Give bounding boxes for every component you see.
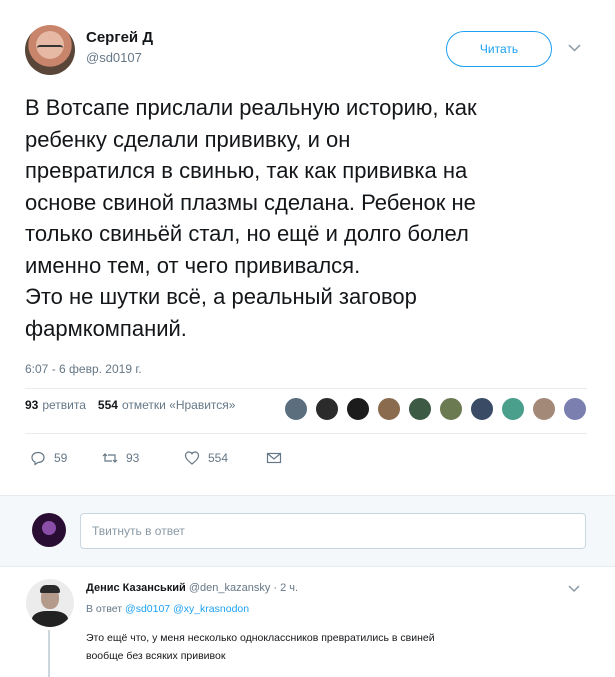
liker-avatar[interactable] bbox=[532, 397, 556, 421]
liker-avatar[interactable] bbox=[315, 397, 339, 421]
tweet-text-line: Это не шутки всё, а реальный заговор bbox=[25, 284, 417, 309]
tweet-text-line: В Вотсапе прислали реальную историю, как bbox=[25, 95, 477, 120]
liker-avatar[interactable] bbox=[563, 397, 587, 421]
tweet-text-line: только свиньёй стал, но ещё и долго боле… bbox=[25, 221, 469, 246]
reply-tweet[interactable]: Денис Казанський @den_kazansky · 2 ч. В … bbox=[0, 568, 615, 677]
chevron-down-icon[interactable] bbox=[568, 40, 581, 55]
reply-author-avatar[interactable] bbox=[26, 579, 74, 627]
avatar-hair bbox=[40, 585, 60, 593]
tweet-stats: 93 ретвита 554 отметки «Нравится» bbox=[25, 398, 235, 412]
reply-author-name[interactable]: Денис Казанський bbox=[86, 582, 186, 594]
reply-author-handle[interactable]: @den_kazansky bbox=[189, 582, 271, 594]
heart-icon bbox=[184, 451, 200, 465]
reply-composer: Твитнуть в ответ bbox=[0, 495, 615, 567]
follow-button[interactable]: Читать bbox=[446, 31, 552, 67]
avatar-body bbox=[32, 611, 68, 627]
tweet-text-line: фармкомпаний. bbox=[25, 315, 187, 341]
tweet-text-line: основе свиной плазмы сделана. Ребенок не bbox=[25, 189, 476, 215]
retweets-count: 93 bbox=[25, 398, 39, 412]
liker-avatar[interactable] bbox=[408, 397, 432, 421]
liker-avatar[interactable] bbox=[346, 397, 370, 421]
reply-mention-link[interactable]: @sd0107 bbox=[125, 603, 170, 615]
envelope-icon bbox=[266, 452, 282, 464]
reply-text-line: вообще без всяких прививок bbox=[86, 650, 226, 662]
liker-avatar[interactable] bbox=[439, 397, 463, 421]
divider bbox=[25, 388, 587, 389]
likes-count: 554 bbox=[97, 398, 118, 412]
retweets-label: ретвита bbox=[42, 398, 86, 412]
current-user-avatar[interactable] bbox=[32, 513, 66, 547]
thread-line bbox=[48, 630, 50, 677]
divider bbox=[25, 433, 587, 434]
tweet-text-line: ребенку сделали прививку, и он bbox=[25, 126, 351, 152]
retweet-count: 93 bbox=[126, 451, 140, 465]
reply-to-line: В ответ @sd0107 @xy_krasnodon bbox=[86, 603, 249, 615]
author-name[interactable]: Сергей Д bbox=[86, 29, 153, 46]
tweet-text-line: именно тем, от чего прививался. bbox=[25, 252, 361, 278]
tweet-timestamp[interactable]: 6:07 - 6 февр. 2019 г. bbox=[25, 362, 142, 376]
reply-text: Это ещё что, у меня несколько одноклассн… bbox=[86, 629, 586, 665]
liker-avatar[interactable] bbox=[284, 397, 308, 421]
reply-author-line: Денис Казанський @den_kazansky · 2 ч. bbox=[86, 582, 298, 594]
avatar-glasses bbox=[37, 45, 63, 53]
reply-button[interactable]: 59 bbox=[30, 450, 102, 466]
likers-avatars bbox=[284, 397, 594, 421]
retweet-button[interactable]: 93 bbox=[102, 450, 184, 466]
liker-avatar[interactable] bbox=[501, 397, 525, 421]
reply-input[interactable]: Твитнуть в ответ bbox=[80, 513, 586, 549]
reply-time[interactable]: · 2 ч. bbox=[273, 582, 298, 594]
chevron-down-icon[interactable] bbox=[568, 582, 580, 596]
author-avatar[interactable] bbox=[25, 25, 75, 75]
tweet-actions: 59 93 554 bbox=[30, 450, 290, 466]
likes-label: отметки «Нравится» bbox=[121, 398, 236, 412]
retweet-icon bbox=[102, 453, 118, 463]
tweet-text: В Вотсапе прислали реальную историю, как… bbox=[25, 92, 595, 344]
tweet-text-line: превратился в свинью, так как прививка н… bbox=[25, 158, 468, 183]
retweets-stat[interactable]: 93 ретвита bbox=[25, 398, 86, 412]
reply-count: 59 bbox=[54, 451, 68, 465]
message-button[interactable] bbox=[266, 450, 290, 466]
author-handle[interactable]: @sd0107 bbox=[86, 50, 142, 65]
liker-avatar[interactable] bbox=[377, 397, 401, 421]
like-button[interactable]: 554 bbox=[184, 450, 266, 466]
like-count: 554 bbox=[208, 451, 229, 465]
liker-avatar[interactable] bbox=[470, 397, 494, 421]
main-tweet: Сергей Д @sd0107 Читать В Вотсапе присла… bbox=[0, 0, 615, 495]
reply-mention-link[interactable]: @xy_krasnodon bbox=[173, 603, 249, 615]
reply-prefix: В ответ bbox=[86, 603, 123, 615]
reply-text-line: Это ещё что, у меня несколько одноклассн… bbox=[86, 632, 435, 644]
reply-icon bbox=[31, 451, 45, 466]
likes-stat[interactable]: 554 отметки «Нравится» bbox=[98, 398, 236, 412]
